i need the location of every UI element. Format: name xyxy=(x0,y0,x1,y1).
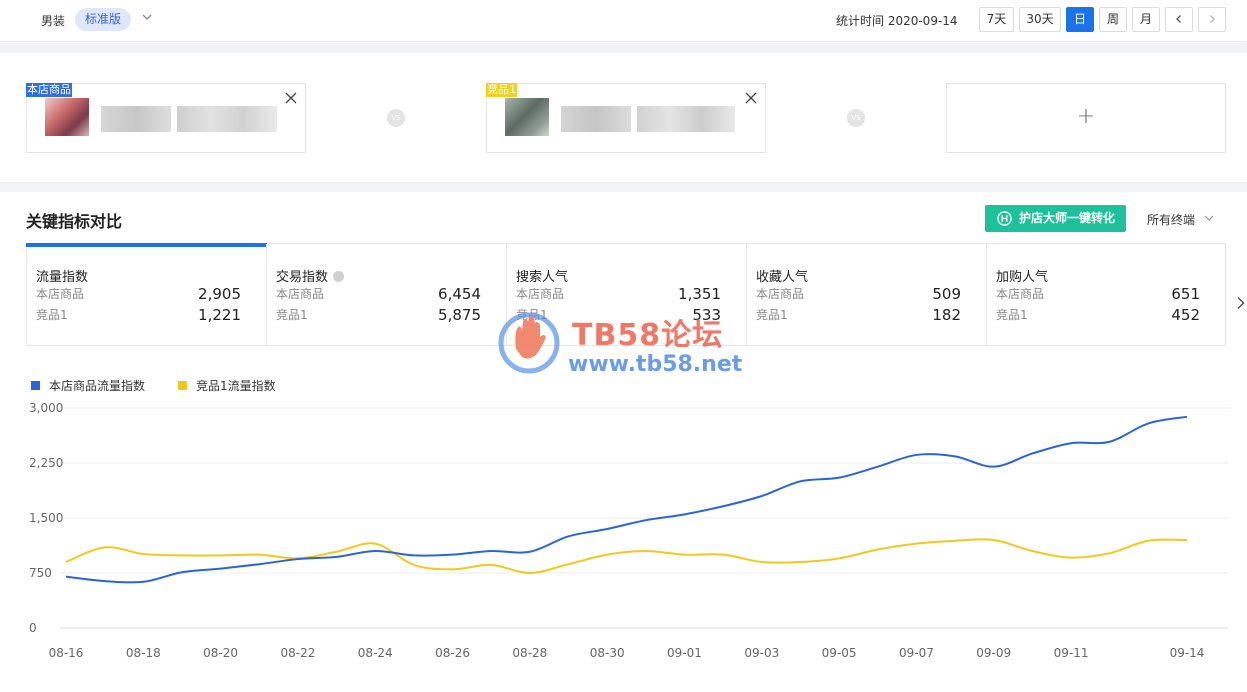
metric-tab-add-to-cart[interactable]: 加购人气 本店商品 651 竞品1 452 xyxy=(986,244,1226,346)
metric-title: 交易指数 xyxy=(276,266,345,285)
watermark-title: TB58论坛 xyxy=(572,318,724,353)
metric-self-value: 509 xyxy=(932,285,961,303)
x-tick-label: 09-05 xyxy=(822,646,857,660)
metric-self-value: 651 xyxy=(1171,285,1200,303)
metric-self-value: 6,454 xyxy=(438,285,481,303)
section-title: 关键指标对比 xyxy=(26,212,123,231)
metric-title: 搜索人气 xyxy=(516,270,569,285)
metric-title: 流量指数 xyxy=(36,270,89,285)
x-tick-label: 09-07 xyxy=(899,646,934,660)
version-badge[interactable]: 标准版 xyxy=(75,8,132,31)
x-tick-label: 08-20 xyxy=(203,646,238,660)
chevron-down-icon[interactable] xyxy=(140,10,154,24)
product-title-blurred xyxy=(637,106,735,132)
metric-title: 加购人气 xyxy=(996,270,1049,285)
add-competitor-button[interactable]: + xyxy=(946,83,1226,153)
cta-button[interactable]: 护店大师一键转化 xyxy=(985,205,1126,232)
x-tick-label: 09-14 xyxy=(1170,646,1205,660)
top-bar: 男装 标准版 统计时间 2020-09-14 7天 30天 日 周 月 xyxy=(0,0,1247,42)
legend-label: 竞品1流量指数 xyxy=(196,379,276,393)
x-tick-label: 09-11 xyxy=(1054,646,1089,660)
product-title-blurred xyxy=(101,106,171,132)
info-icon[interactable] xyxy=(333,271,345,282)
self-product-tag: 本店商品 xyxy=(26,83,72,97)
metric-comp-value: 182 xyxy=(932,306,961,324)
self-product-card[interactable]: 本店商品 xyxy=(26,83,306,153)
metric-self-label: 本店商品 xyxy=(996,287,1045,301)
range-week-button[interactable]: 周 xyxy=(1099,7,1127,32)
metric-comp-label: 竞品1 xyxy=(276,308,308,322)
vs-badge: VS xyxy=(847,109,865,127)
metric-comp-label: 竞品1 xyxy=(36,308,68,322)
chevron-down-icon[interactable] xyxy=(1203,212,1215,224)
metric-comp-value: 452 xyxy=(1171,306,1200,324)
x-tick-label: 08-30 xyxy=(590,646,625,660)
category-label: 男装 xyxy=(41,14,66,28)
range-7d-button[interactable]: 7天 xyxy=(979,7,1014,32)
product-thumbnail xyxy=(45,98,89,136)
watermark-url: www.tb58.net xyxy=(568,352,743,377)
metric-self-label: 本店商品 xyxy=(756,287,805,301)
y-tick-label: 1,500 xyxy=(29,511,63,525)
prev-date-button[interactable] xyxy=(1165,7,1193,32)
y-tick-label: 2,250 xyxy=(29,456,63,470)
section-divider xyxy=(0,182,1247,192)
x-tick-label: 09-01 xyxy=(667,646,702,660)
legend-label: 本店商品流量指数 xyxy=(49,379,146,393)
metric-title-text: 交易指数 xyxy=(276,270,329,285)
x-tick-label: 08-18 xyxy=(126,646,161,660)
x-tick-label: 08-28 xyxy=(512,646,547,660)
metric-comp-value: 1,221 xyxy=(198,306,241,324)
metric-self-label: 本店商品 xyxy=(276,287,325,301)
series-line-self xyxy=(65,415,1188,584)
range-30d-button[interactable]: 30天 xyxy=(1019,7,1061,32)
chevron-left-icon xyxy=(1176,15,1181,23)
vs-badge: VS xyxy=(387,109,405,127)
range-day-button[interactable]: 日 xyxy=(1066,7,1094,32)
metric-self-label: 本店商品 xyxy=(36,287,85,301)
metric-tab-transaction[interactable]: 交易指数 本店商品 6,454 竞品1 5,875 xyxy=(266,244,506,346)
close-icon[interactable] xyxy=(745,92,757,104)
chevron-right-icon xyxy=(1210,15,1215,23)
x-tick-label: 08-24 xyxy=(358,646,393,660)
product-thumbnail xyxy=(505,98,549,136)
y-tick-label: 3,000 xyxy=(29,401,63,415)
shop-guard-icon xyxy=(997,211,1012,226)
metric-tab-traffic[interactable]: 流量指数 本店商品 2,905 竞品1 1,221 xyxy=(26,243,267,346)
legend-item-self[interactable]: 本店商品流量指数 xyxy=(31,377,145,394)
metric-self-value: 2,905 xyxy=(198,285,241,303)
y-tick-label: 750 xyxy=(29,566,52,580)
hand-logo-icon xyxy=(498,312,560,374)
watermark: TB58论坛 www.tb58.net xyxy=(496,296,756,386)
close-icon[interactable] xyxy=(285,92,297,104)
metric-comp-value: 5,875 xyxy=(438,306,481,324)
product-title-blurred xyxy=(177,106,277,132)
x-tick-label: 08-26 xyxy=(435,646,470,660)
traffic-line-chart: 0 750 1,500 2,250 3,000 08-16 08-18 08-20 08-22 0… xyxy=(29,401,1228,660)
metric-comp-label: 竞品1 xyxy=(996,308,1028,322)
cta-label: 护店大师一键转化 xyxy=(1019,211,1116,225)
range-month-button[interactable]: 月 xyxy=(1132,7,1160,32)
chevron-right-icon[interactable] xyxy=(1236,296,1246,310)
x-tick-label: 08-16 xyxy=(49,646,84,660)
section-divider xyxy=(0,43,1247,53)
metric-comp-label: 竞品1 xyxy=(756,308,788,322)
legend-item-competitor[interactable]: 竞品1流量指数 xyxy=(178,377,276,394)
y-tick-label: 0 xyxy=(29,621,37,635)
metric-tab-favorites[interactable]: 收藏人气 本店商品 509 竞品1 182 xyxy=(746,244,986,346)
x-tick-label: 09-03 xyxy=(744,646,779,660)
terminal-select[interactable]: 所有终端 xyxy=(1147,211,1195,228)
legend-swatch xyxy=(178,381,187,390)
competitor-product-tag: 竞品1 xyxy=(486,83,517,97)
next-date-button[interactable] xyxy=(1198,7,1226,32)
product-title-blurred xyxy=(561,106,631,132)
competitor-product-card[interactable]: 竞品1 xyxy=(486,83,766,153)
legend-swatch xyxy=(31,381,40,390)
x-tick-label: 08-22 xyxy=(280,646,315,660)
x-tick-label: 09-09 xyxy=(976,646,1011,660)
metric-title: 收藏人气 xyxy=(756,270,809,285)
stat-time: 统计时间 2020-09-14 xyxy=(836,14,958,28)
